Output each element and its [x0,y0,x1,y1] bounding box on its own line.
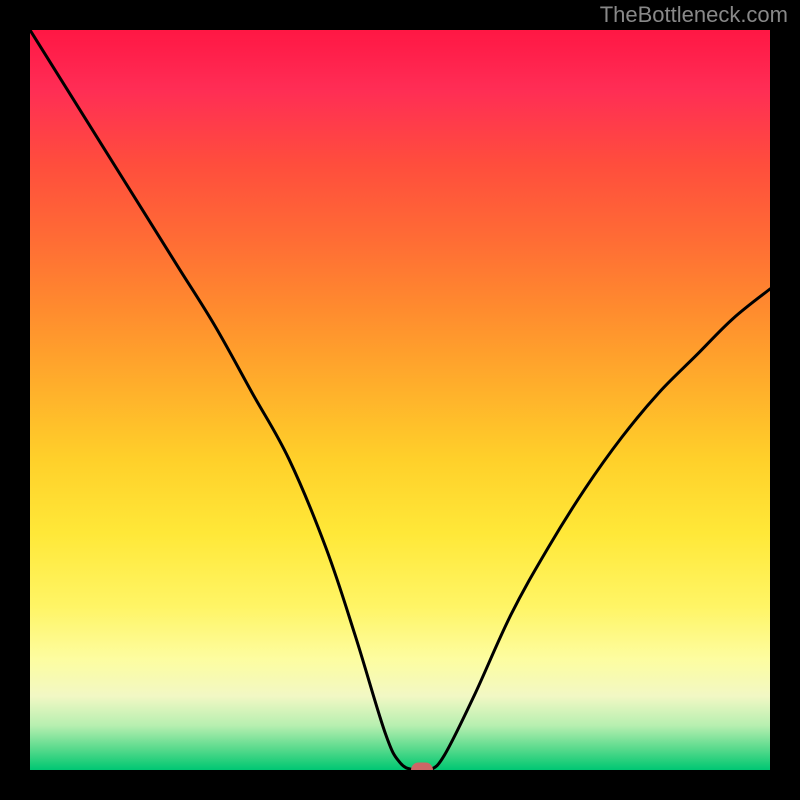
bottleneck-curve [30,30,770,770]
plot-area [30,30,770,770]
curve-layer [30,30,770,770]
optimal-point-marker [411,763,433,771]
chart-container: TheBottleneck.com [0,0,800,800]
watermark-text: TheBottleneck.com [600,2,788,28]
